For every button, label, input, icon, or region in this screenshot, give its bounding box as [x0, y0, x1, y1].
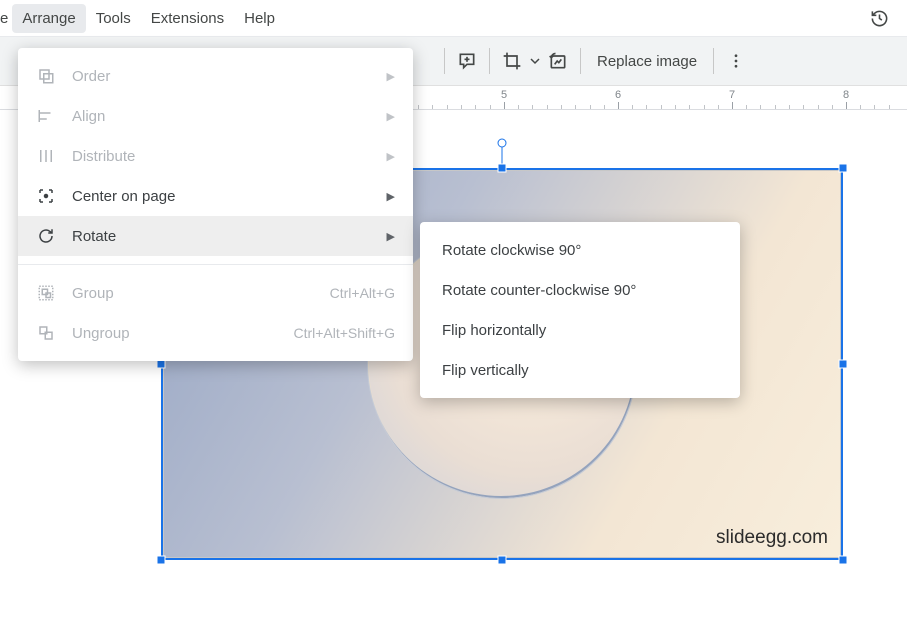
submenu-item-label: Flip horizontally	[442, 322, 718, 339]
toolbar-separator	[444, 48, 445, 74]
group-icon	[36, 283, 56, 303]
menubar: e Arrange Tools Extensions Help	[0, 0, 907, 36]
menu-item-center-on-page[interactable]: Center on page ▶	[18, 176, 413, 216]
menu-item-align: Align ▶	[18, 96, 413, 136]
crop-image-button[interactable]	[496, 45, 528, 77]
menu-item-distribute: Distribute ▶	[18, 136, 413, 176]
history-icon	[870, 9, 889, 28]
menu-item-shortcut: Ctrl+Alt+Shift+G	[293, 325, 395, 341]
menu-item-label: Align	[72, 108, 371, 125]
last-edit-history-button[interactable]	[865, 4, 893, 32]
submenu-arrow-icon: ▶	[387, 190, 395, 203]
menu-extensions[interactable]: Extensions	[141, 4, 234, 33]
submenu-item-rotate-cw[interactable]: Rotate clockwise 90°	[420, 230, 740, 270]
toolbar-separator	[713, 48, 714, 74]
slide-watermark: slideegg.com	[716, 527, 828, 549]
selection-handle-sw[interactable]	[157, 556, 166, 565]
ruler-tick-label: 8	[843, 89, 849, 101]
distribute-icon	[36, 146, 56, 166]
submenu-item-label: Rotate clockwise 90°	[442, 242, 718, 259]
menu-item-rotate[interactable]: Rotate ▶	[18, 216, 413, 256]
menu-item-label: Rotate	[72, 228, 371, 245]
selection-handle-e[interactable]	[839, 360, 848, 369]
menu-tools[interactable]: Tools	[86, 4, 141, 33]
ruler-tick-label: 6	[615, 89, 621, 101]
rotate-submenu: Rotate clockwise 90° Rotate counter-cloc…	[420, 222, 740, 398]
more-options-button[interactable]	[720, 45, 752, 77]
menu-separator	[18, 264, 413, 265]
selection-handle-s[interactable]	[498, 556, 507, 565]
align-icon	[36, 106, 56, 126]
comment-plus-icon	[457, 51, 477, 71]
menu-item-shortcut: Ctrl+Alt+G	[330, 285, 395, 301]
menu-item-order: Order ▶	[18, 56, 413, 96]
rotation-handle[interactable]	[498, 139, 507, 148]
toolbar-separator	[580, 48, 581, 74]
menu-item-ungroup: Ungroup Ctrl+Alt+Shift+G	[18, 313, 413, 353]
menu-arrange[interactable]: Arrange	[12, 4, 85, 33]
submenu-arrow-icon: ▶	[387, 230, 395, 243]
submenu-item-rotate-ccw[interactable]: Rotate counter-clockwise 90°	[420, 270, 740, 310]
toolbar-separator	[489, 48, 490, 74]
submenu-arrow-icon: ▶	[387, 150, 395, 163]
replace-image-button[interactable]: Replace image	[587, 53, 707, 70]
menu-item-group: Group Ctrl+Alt+G	[18, 273, 413, 313]
ungroup-icon	[36, 323, 56, 343]
menu-item-label: Ungroup	[72, 325, 277, 342]
ruler-tick-label: 5	[501, 89, 507, 101]
rotate-icon	[36, 226, 56, 246]
chevron-down-icon	[530, 56, 540, 66]
menu-item-label: Distribute	[72, 148, 371, 165]
center-on-page-icon	[36, 186, 56, 206]
submenu-arrow-icon: ▶	[387, 110, 395, 123]
ruler-tick-label: 7	[729, 89, 735, 101]
add-comment-button[interactable]	[451, 45, 483, 77]
more-vertical-icon	[727, 52, 745, 70]
reset-image-button[interactable]	[542, 45, 574, 77]
submenu-arrow-icon: ▶	[387, 70, 395, 83]
menu-item-label: Order	[72, 68, 371, 85]
submenu-item-flip-vertical[interactable]: Flip vertically	[420, 350, 740, 390]
menu-help[interactable]: Help	[234, 4, 285, 33]
selection-handle-se[interactable]	[839, 556, 848, 565]
submenu-item-label: Rotate counter-clockwise 90°	[442, 282, 718, 299]
arrange-menu: Order ▶ Align ▶ Distribute ▶ Center on p…	[18, 48, 413, 361]
reset-image-icon	[548, 51, 568, 71]
crop-icon	[502, 51, 522, 71]
edge-truncated: e	[0, 10, 12, 27]
selection-handle-n[interactable]	[498, 164, 507, 173]
crop-dropdown[interactable]	[528, 45, 542, 77]
submenu-item-label: Flip vertically	[442, 362, 718, 379]
menu-item-label: Group	[72, 285, 314, 302]
menu-item-label: Center on page	[72, 188, 371, 205]
selection-handle-ne[interactable]	[839, 164, 848, 173]
order-icon	[36, 66, 56, 86]
submenu-item-flip-horizontal[interactable]: Flip horizontally	[420, 310, 740, 350]
